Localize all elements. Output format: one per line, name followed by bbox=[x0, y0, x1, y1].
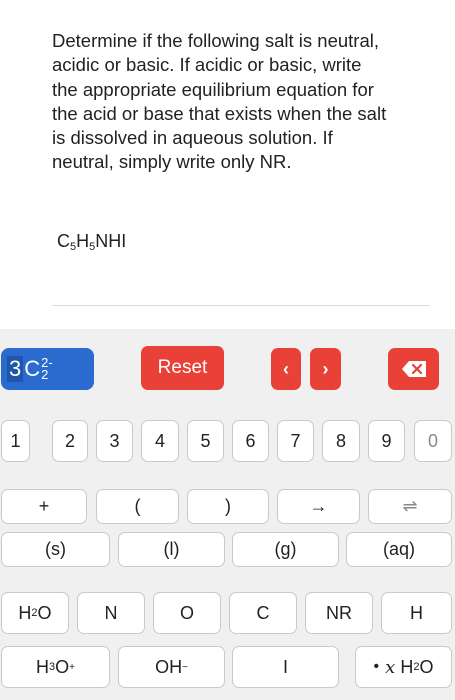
digit-key-9[interactable]: 9 bbox=[368, 420, 405, 462]
divider bbox=[52, 305, 430, 306]
preview-subscript: 2 bbox=[41, 367, 49, 382]
key-text: H bbox=[36, 656, 49, 677]
gas-state-key[interactable]: (g) bbox=[232, 532, 339, 567]
cursor-left-button[interactable]: ‹ bbox=[271, 348, 301, 390]
key-text: H bbox=[400, 656, 414, 677]
answer-preview[interactable]: 3 C 2- 2 bbox=[1, 348, 94, 390]
digit-key-7[interactable]: 7 bbox=[277, 420, 314, 462]
digit-key-5[interactable]: 5 bbox=[187, 420, 224, 462]
preview-element: C bbox=[24, 356, 41, 381]
key-superscript: − bbox=[182, 661, 188, 673]
solid-state-key[interactable]: (s) bbox=[1, 532, 110, 567]
digit-key-2[interactable]: 2 bbox=[52, 420, 88, 462]
formula-part: C bbox=[57, 231, 70, 251]
plus-key[interactable]: + bbox=[1, 489, 87, 524]
liquid-state-key[interactable]: (l) bbox=[118, 532, 225, 567]
salt-formula: C5H5NHI bbox=[57, 231, 126, 253]
preview-coefficient: 3 bbox=[7, 356, 24, 382]
key-superscript: + bbox=[69, 661, 75, 673]
oxygen-key[interactable]: O bbox=[153, 592, 221, 634]
backspace-button[interactable] bbox=[388, 348, 439, 390]
key-text: • bbox=[373, 658, 380, 675]
chemistry-keyboard: 3 C 2- 2 Reset ‹ › 1 2 3 4 5 6 7 8 9 0 +… bbox=[0, 329, 455, 700]
key-text: O bbox=[37, 602, 52, 623]
open-paren-key[interactable]: ( bbox=[96, 489, 179, 524]
backspace-x-icon bbox=[401, 361, 426, 377]
digit-key-1[interactable]: 1 bbox=[1, 420, 30, 462]
close-paren-key[interactable]: ) bbox=[187, 489, 269, 524]
formula-part: H bbox=[76, 231, 90, 251]
key-text: x bbox=[385, 656, 396, 678]
hydronium-key[interactable]: H 3 O + bbox=[1, 646, 110, 688]
digit-key-4[interactable]: 4 bbox=[141, 420, 179, 462]
reset-button[interactable]: Reset bbox=[141, 346, 224, 390]
hydrogen-key[interactable]: H bbox=[381, 592, 452, 634]
digit-key-0[interactable]: 0 bbox=[414, 420, 452, 462]
nitrogen-key[interactable]: N bbox=[77, 592, 145, 634]
water-key[interactable]: H2O bbox=[1, 592, 69, 634]
hydroxide-key[interactable]: OH − bbox=[118, 646, 225, 688]
digit-key-3[interactable]: 3 bbox=[96, 420, 133, 462]
digit-key-8[interactable]: 8 bbox=[322, 420, 360, 462]
iodine-key[interactable]: I bbox=[232, 646, 339, 688]
key-text: H bbox=[18, 602, 32, 623]
key-text: O bbox=[419, 656, 434, 677]
carbon-key[interactable]: C bbox=[229, 592, 297, 634]
key-text: O bbox=[55, 656, 70, 677]
cursor-right-button[interactable]: › bbox=[310, 348, 341, 390]
formula-part: NHI bbox=[95, 231, 127, 251]
question-text: Determine if the following salt is neutr… bbox=[52, 30, 387, 173]
key-text: OH bbox=[155, 656, 183, 677]
yield-arrow-key[interactable]: → bbox=[277, 489, 360, 524]
aqueous-state-key[interactable]: (aq) bbox=[346, 532, 452, 567]
equilibrium-arrow-key[interactable]: ⇌ bbox=[368, 489, 452, 524]
hydrate-key[interactable]: • x H 2 O bbox=[355, 646, 452, 688]
nr-key[interactable]: NR bbox=[305, 592, 373, 634]
digit-key-6[interactable]: 6 bbox=[232, 420, 269, 462]
